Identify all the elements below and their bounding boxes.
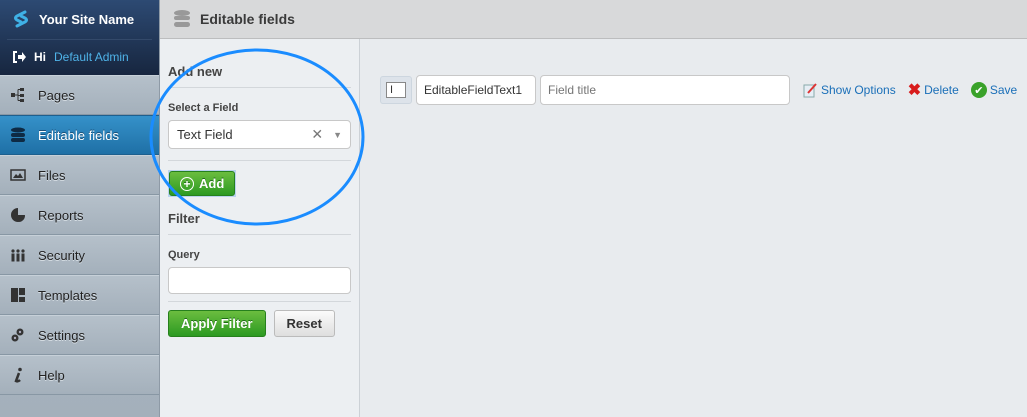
show-options-link[interactable]: Show Options	[802, 82, 896, 98]
layout-icon	[11, 288, 25, 302]
sidebar-item-label: Templates	[38, 287, 98, 303]
side-panel: Add new Select a Field Text Field ✕ ▼ + …	[160, 39, 360, 417]
add-new-heading: Add new	[168, 39, 351, 88]
chevron-down-icon[interactable]: ▼	[333, 130, 342, 140]
save-link[interactable]: ✔ Save	[970, 82, 1017, 98]
apply-filter-button[interactable]: Apply Filter	[168, 310, 266, 337]
sitemap-icon	[11, 88, 24, 102]
field-title-input[interactable]	[540, 75, 790, 105]
add-button[interactable]: + Add	[169, 171, 236, 196]
edit-notepad-icon	[803, 83, 817, 98]
sidebar-item-templates[interactable]: Templates	[0, 275, 159, 315]
sidebar-item-reports[interactable]: Reports	[0, 195, 159, 235]
user-greeting: Hi Default Admin	[12, 50, 129, 64]
info-icon	[14, 367, 22, 383]
sidebar-item-editable-fields[interactable]: Editable fields	[0, 115, 159, 155]
page-title: Editable fields	[200, 11, 295, 27]
field-type-select[interactable]: Text Field ✕ ▼	[168, 120, 351, 149]
sidebar: Your Site Name Hi Default Admin Pages Edi…	[0, 0, 160, 417]
sidebar-item-pages[interactable]: Pages	[0, 75, 159, 115]
filter-heading: Filter	[168, 197, 351, 235]
database-icon	[174, 10, 190, 27]
sidebar-item-label: Files	[38, 167, 66, 183]
sidebar-item-security[interactable]: Security	[0, 235, 159, 275]
sidebar-item-help[interactable]: Help	[0, 355, 159, 395]
brand: Your Site Name Hi Default Admin	[0, 0, 159, 75]
user-link[interactable]: Default Admin	[54, 50, 129, 64]
logout-icon[interactable]	[12, 50, 26, 64]
query-label: Query	[168, 249, 200, 261]
sidebar-item-label: Settings	[38, 327, 85, 343]
check-circle-icon: ✔	[970, 82, 987, 98]
logo-icon	[14, 10, 28, 28]
sidebar-item-label: Pages	[38, 87, 75, 103]
plus-circle-icon: +	[180, 176, 194, 191]
reset-button[interactable]: Reset	[273, 310, 335, 337]
gears-icon	[11, 328, 24, 342]
site-name[interactable]: Your Site Name	[12, 10, 134, 28]
field-row: I Show Options ✖ Delete ✔ Save	[380, 75, 1017, 105]
clear-icon[interactable]: ✕	[311, 126, 323, 143]
users-icon	[11, 249, 25, 262]
sidebar-item-files[interactable]: Files	[0, 155, 159, 195]
pie-chart-icon	[11, 208, 25, 222]
query-input[interactable]	[168, 267, 351, 294]
sidebar-item-label: Editable fields	[38, 127, 119, 143]
sidebar-item-label: Reports	[38, 207, 84, 223]
field-type-indicator: I	[380, 76, 412, 104]
sidebar-item-label: Help	[38, 367, 65, 383]
database-icon	[11, 127, 25, 142]
sidebar-item-label: Security	[38, 247, 85, 263]
page-header: Editable fields	[160, 0, 1027, 39]
delete-x-icon: ✖	[907, 82, 922, 99]
image-icon	[10, 169, 26, 181]
select-field-label: Select a Field	[168, 102, 239, 114]
field-name-input[interactable]	[416, 75, 536, 105]
sidebar-item-settings[interactable]: Settings	[0, 315, 159, 355]
delete-link[interactable]: ✖ Delete	[908, 80, 959, 100]
